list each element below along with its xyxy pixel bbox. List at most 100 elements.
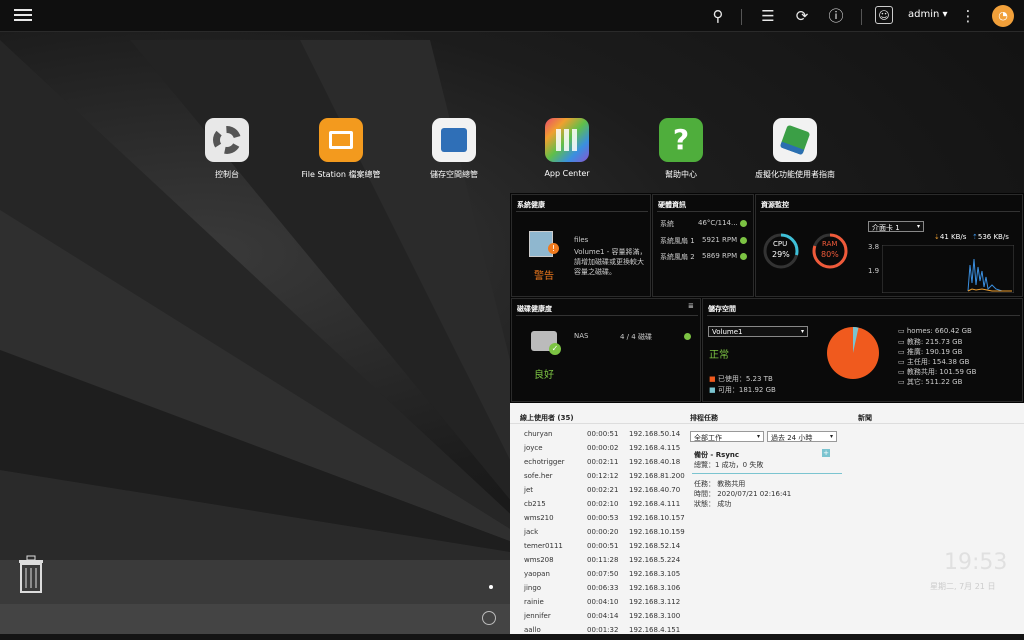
storage-card[interactable]: 儲存空間 Volume1 正常 ■ 已使用：5.23 TB ■ 可用：181.9…	[702, 298, 1023, 402]
chart-ymid: 1.9	[868, 267, 880, 275]
user-ip: 192.168.4.151	[629, 626, 681, 634]
user-duration: 00:11:28	[587, 556, 619, 564]
user-duration: 00:01:32	[587, 626, 619, 634]
user-name: echotrigger	[524, 458, 565, 466]
user-ip: 192.168.3.112	[629, 598, 681, 606]
schedule-title: 排程任務	[690, 414, 718, 422]
menu-icon[interactable]	[14, 6, 32, 24]
user-name: temer0111	[524, 542, 563, 550]
network-chart	[882, 245, 1014, 293]
gear-icon	[205, 118, 249, 162]
user-duration: 00:02:10	[587, 500, 619, 508]
user-duration: 00:06:33	[587, 584, 619, 592]
cpu-label: CPU	[773, 240, 788, 248]
ram-value: 80%	[821, 250, 839, 259]
nic-select[interactable]: 介面卡 1	[868, 221, 924, 232]
top-bar: ⚲ ☰ ⟳ ⓘ ☺ admin ▾ ⋮ ◔	[0, 0, 1024, 32]
resource-monitor-card[interactable]: 資源監控 CPU 29% RAM 80% 介面卡 1 ⇣41 KB/s ⇡536…	[755, 194, 1023, 297]
hw-label: 系統風扇 2	[660, 253, 695, 261]
info-icon[interactable]: ⓘ	[826, 6, 846, 26]
user-ip: 192.168.40.18	[629, 458, 681, 466]
user-name: jingo	[524, 584, 542, 592]
hw-value: 5869 RPM	[702, 252, 738, 260]
share-item: 其它: 511.22 GB	[906, 378, 963, 386]
ok-icon	[740, 253, 747, 260]
notification-icon[interactable]	[482, 611, 496, 625]
user-name: jet	[524, 486, 533, 494]
app-label: 儲存空間總管	[430, 170, 478, 179]
disk-status: 良好	[534, 370, 554, 381]
share-item: 推廣: 190.19 GB	[906, 348, 963, 356]
dashboard-panel: 系統健康 ! 警告 files Volume1 - 容量將滿，請增加磁碟或更換較…	[510, 193, 1024, 403]
ram-label: RAM	[822, 240, 838, 248]
dashboard-icon[interactable]: ◔	[992, 5, 1014, 27]
user-menu[interactable]: admin ▾	[908, 9, 948, 20]
page-indicator[interactable]	[489, 585, 493, 589]
warning-icon: !	[548, 243, 559, 254]
app-control-panel[interactable]: 控制台	[167, 118, 287, 180]
card-title: 硬體資訊	[658, 201, 686, 209]
user-name: wms208	[524, 556, 554, 564]
divider	[741, 9, 742, 25]
chart-ymax: 3.8	[868, 243, 880, 251]
user-name: sofe.her	[524, 472, 553, 480]
app-center-icon	[545, 118, 589, 162]
app-virtualization-guide[interactable]: 虛擬化功能使用者指南	[735, 118, 855, 180]
more-icon[interactable]: ⋮	[958, 6, 978, 26]
user-name: joyce	[524, 444, 543, 452]
user-ip: 192.168.40.70	[629, 486, 681, 494]
user-name: churyan	[524, 430, 553, 438]
volume-select[interactable]: Volume1	[708, 326, 808, 337]
trash-icon[interactable]	[16, 554, 46, 594]
download-value: 41 KB/s	[939, 233, 967, 241]
user-ip: 192.168.10.159	[629, 528, 685, 536]
user-ip: 192.168.81.200	[629, 472, 685, 480]
sync-icon[interactable]: ⟳	[792, 6, 812, 26]
news-title: 新聞	[858, 414, 872, 422]
time-range-select[interactable]: 過去 24 小時	[767, 431, 837, 442]
share-item: 主任用: 154.38 GB	[906, 358, 970, 366]
app-storage-manager[interactable]: 儲存空間總管	[394, 118, 514, 180]
hw-value: 46°C/114...	[698, 219, 738, 227]
upload-value: 536 KB/s	[977, 233, 1009, 241]
user-name: aallo	[524, 626, 541, 634]
time-text: 時間： 2020/07/21 02:16:41	[694, 490, 792, 498]
card-title: 系統健康	[517, 201, 545, 209]
user-ip: 192.168.4.115	[629, 444, 681, 452]
card-title: 資源監控	[761, 201, 789, 209]
app-help-center[interactable]: ? 幫助中心	[621, 118, 741, 180]
disk-health-card[interactable]: 磁碟健康度 ≣ ✓ 良好 NAS 4 / 4 磁碟	[511, 298, 701, 402]
user-name: wms210	[524, 514, 554, 522]
user-duration: 00:02:21	[587, 486, 619, 494]
online-users-title: 線上使用者 (35)	[520, 414, 574, 422]
expand-icon[interactable]: +	[822, 449, 830, 457]
clock-time: 19:53	[944, 550, 1008, 575]
divider	[861, 9, 862, 25]
tasks-icon[interactable]: ☰	[758, 6, 778, 26]
virtualization-icon	[773, 118, 817, 162]
user-duration: 00:00:51	[587, 542, 619, 550]
system-health-card[interactable]: 系統健康 ! 警告 files Volume1 - 容量將滿，請增加磁碟或更換較…	[511, 194, 651, 297]
list-icon[interactable]: ≣	[688, 302, 694, 310]
share-item: homes: 660.42 GB	[906, 327, 972, 335]
hardware-card[interactable]: 硬體資訊 系統 46°C/114... 系統風扇 1 5921 RPM 系統風扇…	[652, 194, 754, 297]
info-panel: 線上使用者 (35) 排程任務 新聞 churyan 00:00:51 192.16…	[510, 403, 1024, 634]
user-duration: 00:07:50	[587, 570, 619, 578]
search-icon[interactable]: ⚲	[708, 6, 728, 26]
storage-icon	[432, 118, 476, 162]
ok-icon	[740, 220, 747, 227]
app-label: File Station 檔案總管	[301, 170, 381, 179]
disk-name: NAS	[574, 332, 589, 340]
hw-value: 5921 RPM	[702, 236, 738, 244]
user-icon[interactable]: ☺	[875, 6, 893, 24]
help-icon: ?	[659, 118, 703, 162]
device-name: files	[574, 236, 589, 244]
storage-status: 正常	[709, 350, 729, 361]
app-file-station[interactable]: File Station 檔案總管	[281, 118, 401, 180]
app-app-center[interactable]: App Center	[507, 118, 627, 178]
hw-label: 系統	[660, 220, 674, 228]
user-ip: 192.168.3.105	[629, 570, 681, 578]
user-duration: 00:00:02	[587, 444, 619, 452]
task-filter-select[interactable]: 全部工作	[690, 431, 764, 442]
check-icon: ✓	[549, 343, 561, 355]
